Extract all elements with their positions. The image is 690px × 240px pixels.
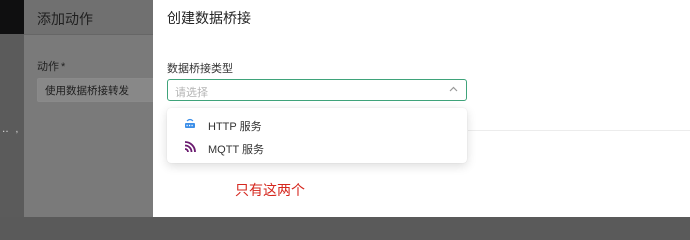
add-action-title: 添加动作 [37, 11, 93, 27]
option-http[interactable]: HTTP 服务 [167, 114, 467, 136]
create-bridge-drawer: 创建数据桥接 数据桥接类型 请选择 HTTP 服务 MQTT 服务 只有这两个 [153, 0, 690, 217]
bridge-type-select[interactable]: 请选择 [167, 79, 467, 101]
option-mqtt-label: MQTT 服务 [208, 144, 265, 156]
http-icon [183, 117, 197, 131]
add-action-header: 添加动作 [24, 0, 153, 34]
action-label-text: 动作 [37, 61, 59, 73]
section-divider [468, 130, 690, 131]
required-mark: * [61, 61, 66, 73]
chevron-up-icon [449, 82, 458, 99]
add-action-drawer: 添加动作 动作 * 使用数据桥接转发 [24, 0, 169, 217]
option-http-label: HTTP 服务 [208, 121, 262, 133]
action-field-label: 动作 * [37, 58, 65, 74]
mqtt-icon [183, 140, 197, 154]
select-placeholder: 请选择 [175, 87, 208, 99]
option-mqtt[interactable]: MQTT 服务 [167, 137, 467, 159]
action-select[interactable]: 使用数据桥接转发 [37, 78, 169, 102]
divider [24, 34, 153, 35]
bridge-type-dropdown: HTTP 服务 MQTT 服务 [167, 108, 467, 163]
bridge-type-label: 数据桥接类型 [167, 63, 233, 75]
action-select-value: 使用数据桥接转发 [45, 85, 129, 97]
drawer-title: 创建数据桥接 [167, 10, 251, 26]
annotation-note: 只有这两个 [235, 182, 305, 198]
backdrop-topbar [0, 0, 24, 34]
